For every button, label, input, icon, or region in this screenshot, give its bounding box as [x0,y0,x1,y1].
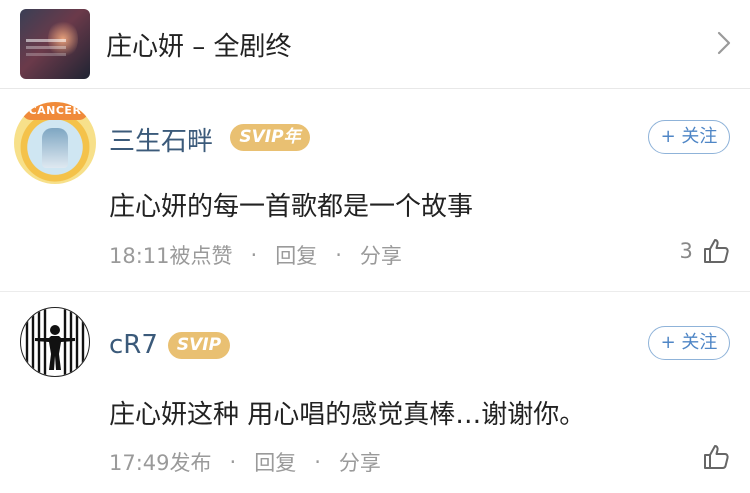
reply-button[interactable]: 回复 [254,447,296,477]
avatar-frame-badge: CANCER [22,102,88,120]
separator-dot: · [335,243,342,267]
separator-dot: · [250,243,258,267]
reply-button[interactable]: 回复 [275,240,317,270]
album-cover-image [20,9,90,79]
comment-item: cR7 SVIP + 关注 庄心妍这种 用心唱的感觉真棒…谢谢你。 17:49发… [0,292,750,493]
share-button[interactable]: 分享 [339,447,381,477]
share-button[interactable]: 分享 [360,240,402,270]
comment-item: CANCER 三生石畔 SVIP年 + 关注 庄心妍的每一首歌都是一个故事 18… [0,88,750,292]
song-header[interactable]: 庄心妍 – 全剧终 [0,0,750,89]
follow-button[interactable]: + 关注 [648,326,730,360]
comment-time: 17:49发布 [109,451,212,475]
username[interactable]: cR7 [109,330,158,360]
thumbs-up-icon[interactable] [702,443,730,471]
thumbs-up-icon[interactable] [702,237,730,265]
like-count: 3 [679,239,693,263]
comment-text: 庄心妍这种 用心唱的感觉真棒…谢谢你。 [109,400,586,430]
comment-meta: 17:49发布 · 回复 · 分享 [109,447,381,477]
song-title: 庄心妍 – 全剧终 [106,32,292,62]
avatar-silhouette-image [25,309,85,375]
like-button[interactable] [693,443,730,473]
avatar[interactable]: CANCER [14,102,96,184]
like-button[interactable]: 3 [680,237,730,267]
cover-text-decoration [26,39,66,42]
follow-button[interactable]: + 关注 [648,120,730,154]
comment-text: 庄心妍的每一首歌都是一个故事 [109,192,474,222]
chevron-right-icon[interactable] [712,30,736,56]
svip-badge: SVIP [168,332,230,359]
avatar[interactable] [20,307,90,377]
separator-dot: · [314,450,321,474]
comment-time: 18:11被点赞 [109,244,233,268]
comment-meta: 18:11被点赞 · 回复 · 分享 [109,240,402,270]
separator-dot: · [229,450,237,474]
svip-badge: SVIP年 [230,124,310,151]
username[interactable]: 三生石畔 [109,121,213,158]
avatar-figure [42,128,68,168]
